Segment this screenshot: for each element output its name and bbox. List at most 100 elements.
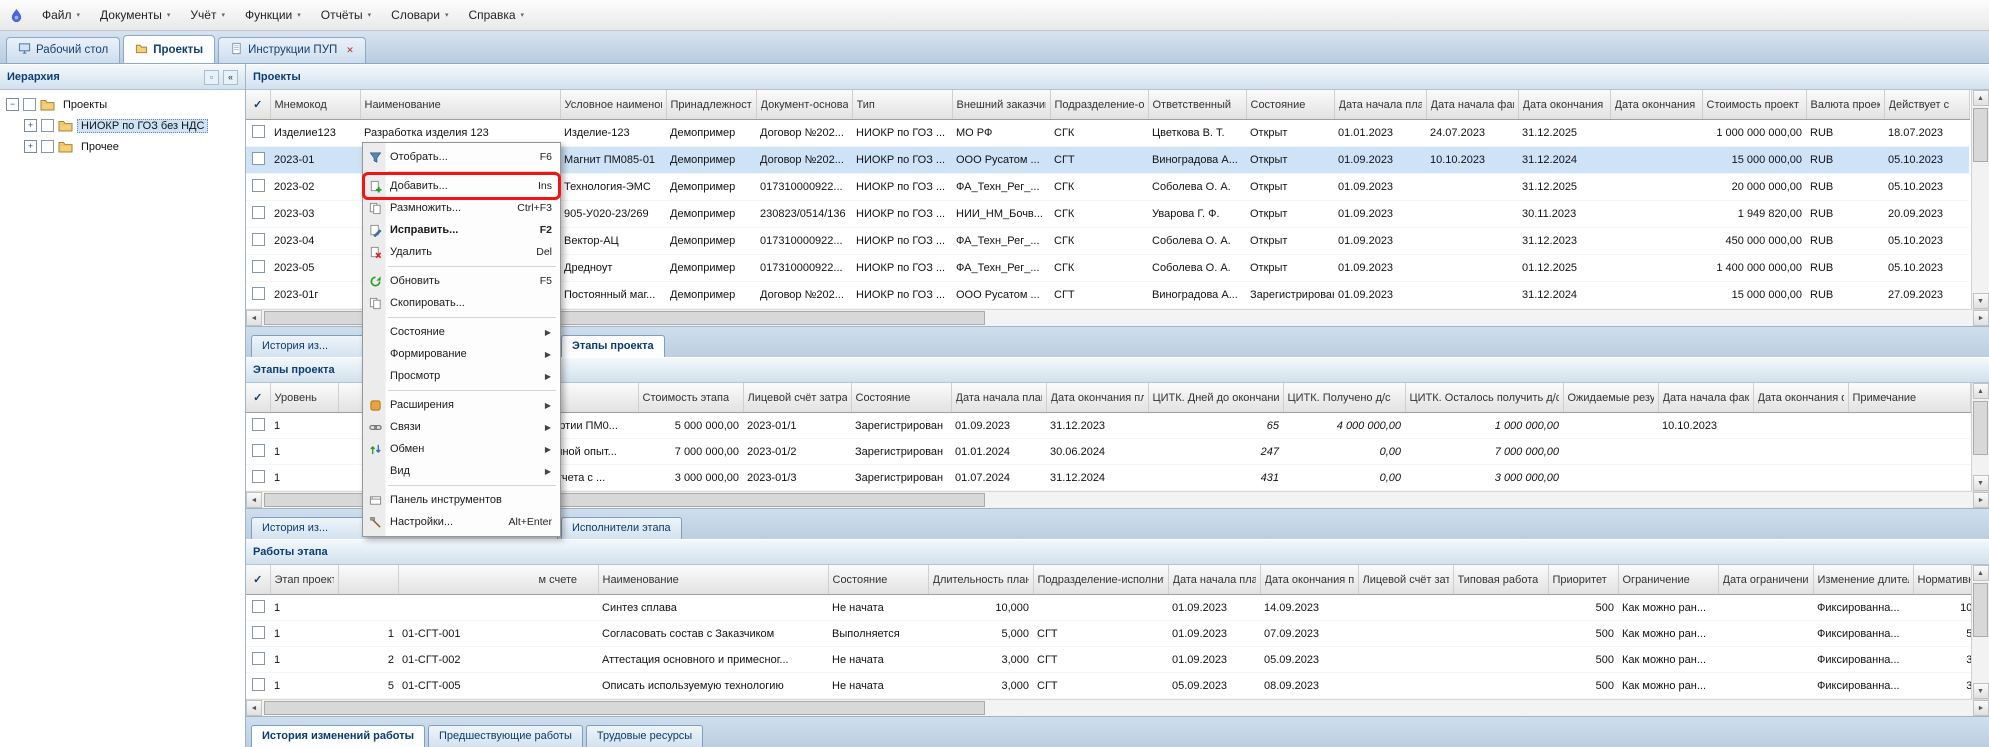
scroll-track[interactable] xyxy=(262,700,1973,716)
column-header-Приоритет[interactable]: Приоритет xyxy=(1548,565,1618,595)
tab-Трудовые ресурсы[interactable]: Трудовые ресурсы xyxy=(586,725,703,747)
horizontal-scrollbar[interactable]: ◄► xyxy=(246,699,1989,716)
column-header-Лицевой счёт затрат[interactable]: Лицевой счёт затрат xyxy=(743,383,851,413)
column-header-Дата окончания ф[interactable]: Дата окончания ф xyxy=(1610,90,1702,120)
column-header-Тип[interactable]: Тип xyxy=(852,90,952,120)
column-header-Ограничение[interactable]: Ограничение xyxy=(1618,565,1718,595)
column-header-м счете[interactable]: м счете xyxy=(398,565,598,595)
column-header-Этап проекта[interactable]: Этап проекта xyxy=(270,565,338,595)
scroll-up-icon[interactable]: ▲ xyxy=(1973,90,1989,106)
column-header-Стоимость проект[interactable]: Стоимость проект xyxy=(1702,90,1806,120)
pin-icon[interactable]: ▫ xyxy=(204,70,219,85)
context-menu-item-Формирование[interactable]: Формирование▶ xyxy=(363,343,560,365)
column-header-Дата окончания план[interactable]: Дата окончания план xyxy=(1260,565,1358,595)
table-row[interactable]: 1201-СГТ-002Аттестация основного и приме… xyxy=(246,647,1971,673)
scroll-thumb[interactable] xyxy=(264,701,985,715)
row-checkbox[interactable] xyxy=(252,600,265,613)
column-header-unnamed[interactable] xyxy=(338,565,398,595)
menubar-item-Словари[interactable]: Словари▾ xyxy=(381,4,458,26)
expand-node-icon[interactable]: + xyxy=(24,119,37,132)
context-menu-item-Просмотр[interactable]: Просмотр▶ xyxy=(363,365,560,387)
tab-Инструкции ПУП[interactable]: Инструкции ПУП✕ xyxy=(218,37,366,63)
scroll-right-icon[interactable]: ► xyxy=(1973,700,1989,716)
node-checkbox[interactable] xyxy=(23,98,36,111)
column-header-Дата начала план[interactable]: Дата начала план xyxy=(1168,565,1260,595)
tab-История изменений работы[interactable]: История изменений работы xyxy=(251,725,425,747)
context-menu-item-Панель инструментов[interactable]: Панель инструментов xyxy=(363,489,560,511)
column-header-Дата окончания план[interactable]: Дата окончания план xyxy=(1046,383,1148,413)
column-header-Примечание[interactable]: Примечание xyxy=(1848,383,1970,413)
menubar-item-Учёт[interactable]: Учёт▾ xyxy=(180,4,235,26)
column-header-Действует с[interactable]: Действует с xyxy=(1884,90,1969,120)
column-header-Подразделение-исполнитель..[interactable]: Подразделение-исполнитель.. xyxy=(1033,565,1168,595)
context-menu-item-Добавить...[interactable]: Добавить...Ins xyxy=(363,175,560,197)
row-checkbox[interactable] xyxy=(252,678,265,691)
column-header-Внешний заказчик[interactable]: Внешний заказчик xyxy=(952,90,1050,120)
column-header-ЦИТК. Осталось получить д/с[interactable]: ЦИТК. Осталось получить д/с xyxy=(1405,383,1563,413)
vertical-scrollbar[interactable]: ▲▼ xyxy=(1971,90,1989,309)
vertical-scrollbar[interactable]: ▲▼ xyxy=(1971,565,1989,699)
tab-Проекты[interactable]: Проекты xyxy=(123,35,215,63)
tree-node-Проекты[interactable]: −Проекты xyxy=(0,94,245,115)
context-menu-item-Обмен[interactable]: Обмен▶ xyxy=(363,438,560,460)
scroll-left-icon[interactable]: ◄ xyxy=(246,700,262,716)
row-checkbox[interactable] xyxy=(252,260,265,273)
row-checkbox[interactable] xyxy=(252,287,265,300)
column-header-Принадлежность[interactable]: Принадлежность xyxy=(666,90,756,120)
tab-Исполнители этапа[interactable]: Исполнители этапа xyxy=(561,517,682,539)
scroll-left-icon[interactable]: ◄ xyxy=(246,492,262,508)
column-header-Нормативная длит[interactable]: Нормативная длит xyxy=(1913,565,1971,595)
scroll-up-icon[interactable]: ▲ xyxy=(1973,565,1989,581)
column-header-Дата окончания пл[interactable]: Дата окончания пл xyxy=(1518,90,1610,120)
select-all-header[interactable]: ✓ xyxy=(246,383,270,413)
scroll-thumb[interactable] xyxy=(1973,108,1988,162)
context-menu-item-Отобрать...[interactable]: Отобрать...F6 xyxy=(363,146,560,168)
context-menu-item-Расширения[interactable]: Расширения▶ xyxy=(363,394,560,416)
table-row[interactable]: 1Синтез сплаваНе начата10,00001.09.20231… xyxy=(246,595,1971,621)
row-checkbox[interactable] xyxy=(252,179,265,192)
context-menu-item-Состояние[interactable]: Состояние▶ xyxy=(363,321,560,343)
column-header-Дата окончания ф[interactable]: Дата окончания ф xyxy=(1753,383,1848,413)
column-header-ЦИТК. Получено д/с[interactable]: ЦИТК. Получено д/с xyxy=(1283,383,1405,413)
tab-Рабочий стол[interactable]: Рабочий стол xyxy=(6,37,120,63)
menubar-item-Справка[interactable]: Справка▾ xyxy=(458,4,534,26)
select-all-header[interactable]: ✓ xyxy=(246,90,270,120)
tab-Предшествующие работы[interactable]: Предшествующие работы xyxy=(428,725,583,747)
table-row[interactable]: 1101-СГТ-001Согласовать состав с Заказчи… xyxy=(246,621,1971,647)
expand-node-icon[interactable]: + xyxy=(24,140,37,153)
column-header-Дата начала факт[interactable]: Дата начала факт xyxy=(1426,90,1518,120)
select-all-header[interactable]: ✓ xyxy=(246,565,270,595)
menubar-item-Документы[interactable]: Документы▾ xyxy=(90,4,180,26)
column-header-Состояние[interactable]: Состояние xyxy=(1246,90,1334,120)
column-header-Наименование[interactable]: Наименование xyxy=(360,90,560,120)
column-header-Стоимость этапа[interactable]: Стоимость этапа xyxy=(638,383,743,413)
column-header-Ответственный[interactable]: Ответственный xyxy=(1148,90,1246,120)
menubar-item-Функции[interactable]: Функции▾ xyxy=(235,4,311,26)
context-menu-item-Вид[interactable]: Вид▶ xyxy=(363,460,560,482)
row-checkbox[interactable] xyxy=(252,418,265,431)
column-header-Мнемокод[interactable]: Мнемокод xyxy=(270,90,360,120)
column-header-Длительность план[interactable]: Длительность план▼ xyxy=(928,565,1033,595)
row-checkbox[interactable] xyxy=(252,470,265,483)
node-checkbox[interactable] xyxy=(41,119,54,132)
scroll-thumb[interactable] xyxy=(1973,583,1988,637)
column-header-Состояние[interactable]: Состояние xyxy=(828,565,928,595)
column-header-Валюта проекта[interactable]: Валюта проекта xyxy=(1806,90,1884,120)
scroll-down-icon[interactable]: ▼ xyxy=(1973,475,1989,491)
scroll-right-icon[interactable]: ► xyxy=(1973,492,1989,508)
tab-close-icon[interactable]: ✕ xyxy=(346,45,354,56)
context-menu-item-Скопировать...[interactable]: Скопировать... xyxy=(363,292,560,314)
tree-node-Прочее[interactable]: +Прочее xyxy=(0,136,245,157)
collapse-node-icon[interactable]: − xyxy=(6,98,19,111)
node-checkbox[interactable] xyxy=(41,140,54,153)
column-header-Дата начала план[interactable]: Дата начала план xyxy=(951,383,1046,413)
menubar-item-Файл[interactable]: Файл▾ xyxy=(32,4,90,26)
context-menu-item-Настройки...[interactable]: Настройки...Alt+Enter xyxy=(363,511,560,533)
row-checkbox[interactable] xyxy=(252,626,265,639)
column-header-Состояние[interactable]: Состояние xyxy=(851,383,951,413)
column-header-ЦИТК. Дней до окончания[interactable]: ЦИТК. Дней до окончания xyxy=(1148,383,1283,413)
menubar-item-Отчёты[interactable]: Отчёты▾ xyxy=(311,4,381,26)
scroll-down-icon[interactable]: ▼ xyxy=(1973,683,1989,699)
row-checkbox[interactable] xyxy=(252,444,265,457)
scroll-right-icon[interactable]: ► xyxy=(1973,310,1989,326)
